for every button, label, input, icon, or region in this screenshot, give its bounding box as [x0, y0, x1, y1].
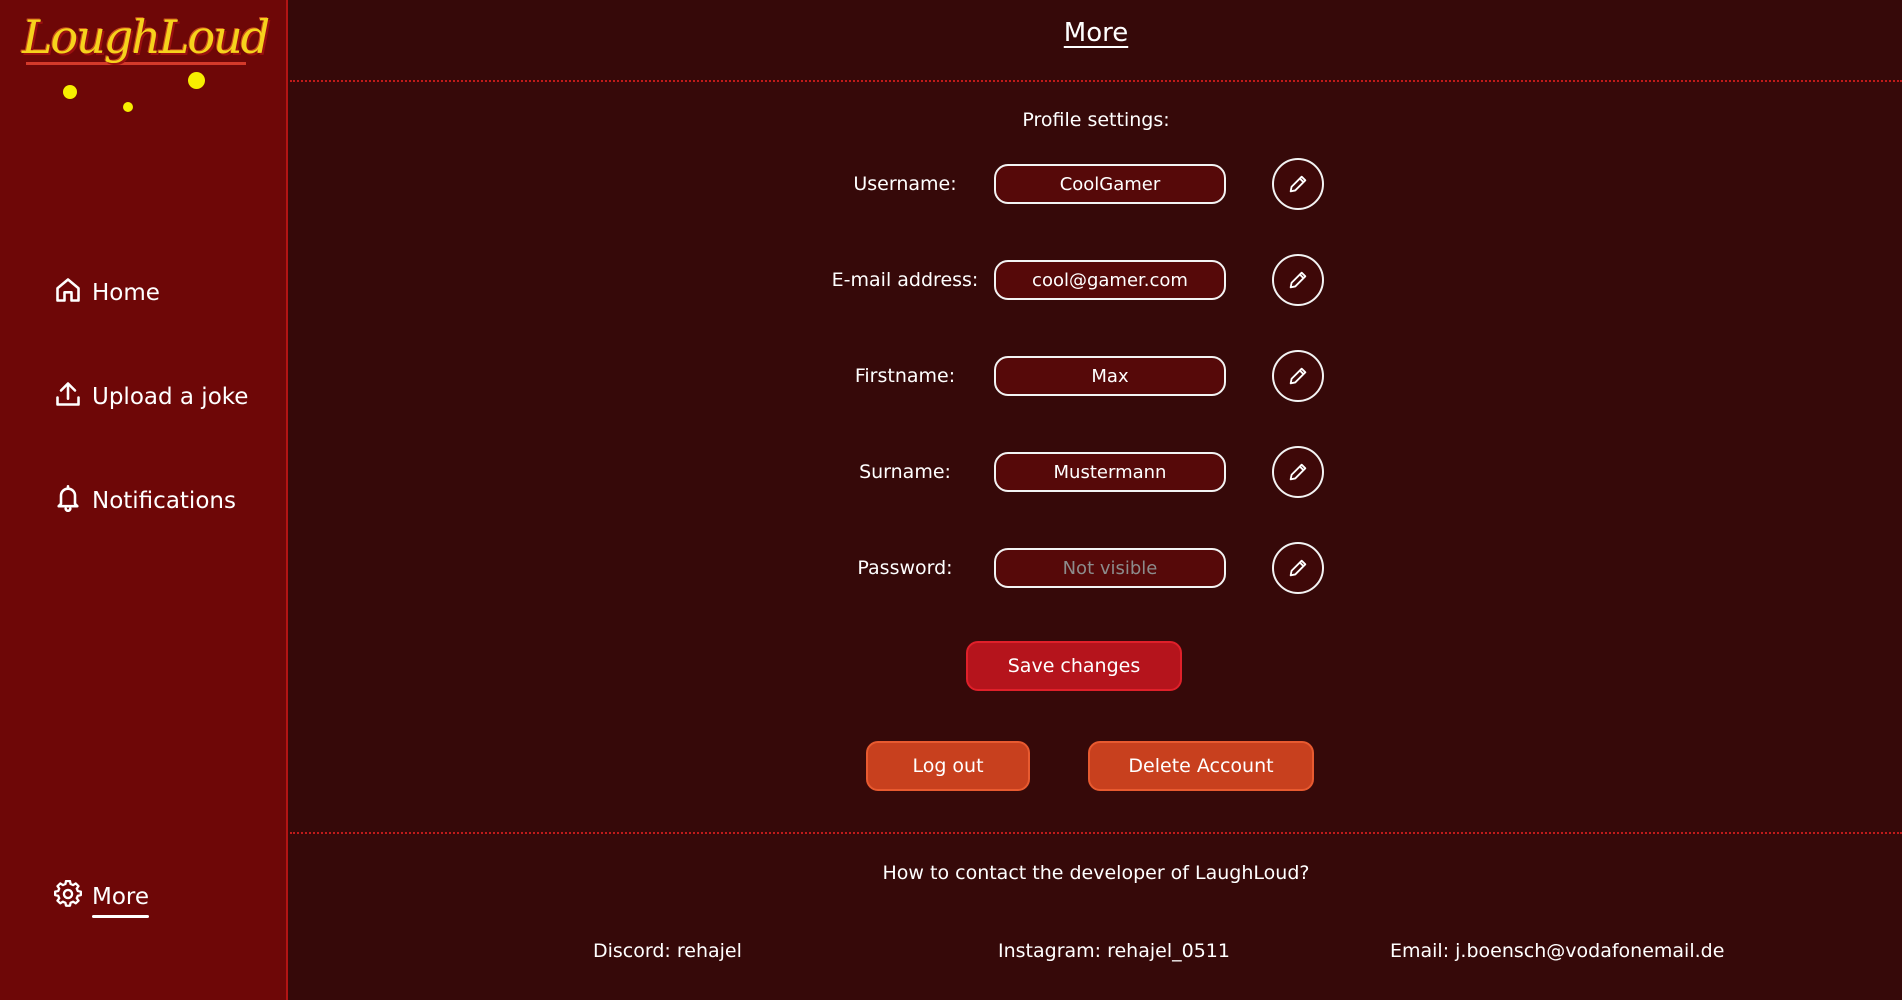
sidebar: LoughLoud Home Upload a joke Notificatio…	[0, 0, 288, 1000]
username-field[interactable]	[994, 164, 1226, 204]
sidebar-item-more[interactable]: More	[54, 879, 150, 918]
edit-surname-button[interactable]	[1272, 446, 1324, 498]
sidebar-item-home[interactable]: Home	[54, 276, 160, 310]
instagram-contact: Instagram: rehajel_0511	[998, 940, 1230, 962]
delete-account-button[interactable]: Delete Account	[1088, 741, 1314, 791]
username-label: Username:	[853, 173, 957, 195]
sidebar-item-label: Notifications	[92, 488, 236, 514]
email-label: E-mail address:	[831, 269, 979, 291]
profile-settings-heading: Profile settings:	[1022, 109, 1170, 131]
firstname-field[interactable]	[994, 356, 1226, 396]
pencil-icon	[1289, 463, 1307, 481]
header-divider	[290, 80, 1902, 82]
edit-password-button[interactable]	[1272, 542, 1324, 594]
logo-text: LoughLoud	[22, 10, 270, 64]
edit-username-button[interactable]	[1272, 158, 1324, 210]
pencil-icon	[1289, 271, 1307, 289]
surname-label: Surname:	[859, 461, 951, 483]
edit-firstname-button[interactable]	[1272, 350, 1324, 402]
firstname-label: Firstname:	[854, 365, 956, 387]
contact-heading: How to contact the developer of LaughLou…	[882, 862, 1310, 884]
app-logo[interactable]: LoughLoud	[18, 6, 270, 126]
upload-icon	[54, 380, 82, 414]
sidebar-item-label: Upload a joke	[92, 384, 249, 410]
email-contact[interactable]: Email: j.boensch@vodafonemail.de	[1390, 940, 1724, 962]
edit-email-button[interactable]	[1272, 254, 1324, 306]
page-title: More	[1063, 18, 1129, 48]
discord-contact: Discord: rehajel	[593, 940, 742, 962]
sidebar-item-notifications[interactable]: Notifications	[54, 484, 236, 518]
save-changes-button[interactable]: Save changes	[966, 641, 1182, 691]
password-label: Password:	[857, 557, 953, 579]
bell-icon	[54, 484, 82, 518]
home-icon	[54, 276, 82, 310]
surname-field[interactable]	[994, 452, 1226, 492]
password-field[interactable]	[994, 548, 1226, 588]
footer-divider	[290, 832, 1902, 834]
pencil-icon	[1289, 175, 1307, 193]
pencil-icon	[1289, 367, 1307, 385]
pencil-icon	[1289, 559, 1307, 577]
gear-icon	[54, 879, 83, 914]
sidebar-item-label: Home	[92, 280, 160, 306]
logout-button[interactable]: Log out	[866, 741, 1030, 791]
sidebar-item-upload[interactable]: Upload a joke	[54, 380, 248, 414]
logo-dot-1	[63, 85, 77, 99]
logo-dot-2	[123, 102, 133, 112]
logo-dot-3	[188, 72, 205, 89]
email-field[interactable]	[994, 260, 1226, 300]
main-content: More Profile settings: Username: E-mail …	[290, 0, 1902, 1000]
sidebar-item-label: More	[92, 884, 150, 918]
